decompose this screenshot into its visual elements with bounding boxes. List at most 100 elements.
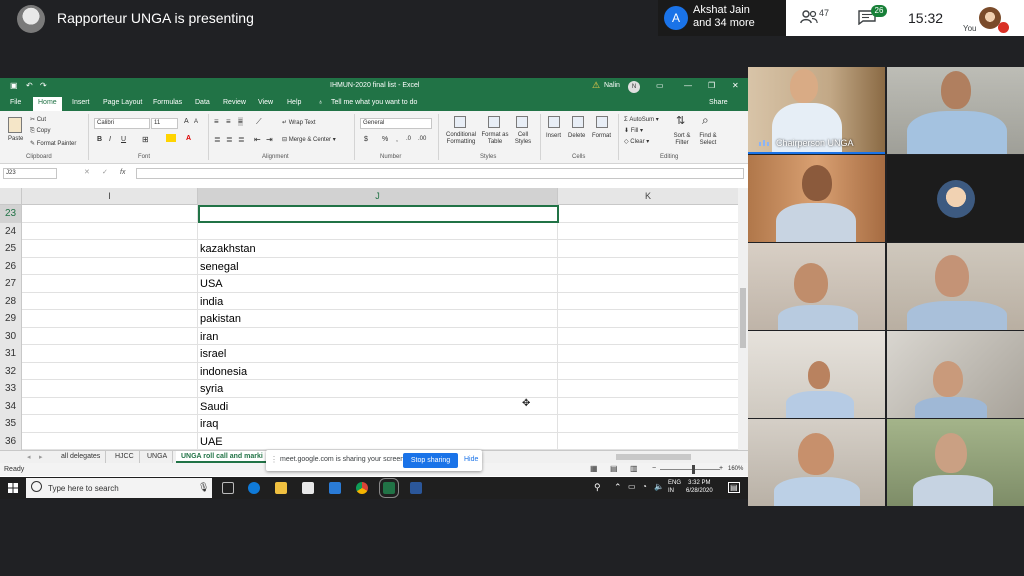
cell-j[interactable] <box>198 222 558 240</box>
zoom-slider-thumb[interactable] <box>692 465 695 474</box>
taskbar-search[interactable]: Type here to search 🎙 <box>26 478 212 498</box>
stop-sharing-button[interactable]: Stop sharing <box>403 453 458 468</box>
number-format-select[interactable]: General <box>360 118 432 129</box>
scroll-thumb[interactable] <box>740 288 746 348</box>
volume-icon[interactable]: 🔈 <box>654 482 664 491</box>
cell-i[interactable] <box>22 345 198 363</box>
participant-tile[interactable] <box>748 155 885 242</box>
decrease-decimal-icon[interactable]: .00 <box>418 136 426 142</box>
chrome-icon[interactable] <box>356 482 368 494</box>
page-break-view-icon[interactable]: ▥ <box>630 464 638 473</box>
format-cells-button[interactable]: Format <box>592 133 611 139</box>
cell-j[interactable]: indonesia <box>198 362 558 380</box>
people-icon[interactable] <box>800 10 818 24</box>
tell-me-search[interactable]: Tell me what you want to do <box>331 99 417 106</box>
row-header[interactable]: 28 <box>0 292 22 310</box>
row-header[interactable]: 35 <box>0 415 22 433</box>
cell-j[interactable]: iran <box>198 327 558 345</box>
cell-k[interactable] <box>558 415 738 433</box>
sheet-tab-unga[interactable]: UNGA <box>142 451 174 463</box>
cell-k[interactable] <box>558 275 738 293</box>
microphone-icon[interactable]: 🎙 <box>198 482 209 493</box>
zoom-level[interactable]: 160% <box>728 466 743 472</box>
font-color-icon[interactable]: A <box>186 135 191 142</box>
zoom-out-icon[interactable]: − <box>652 465 656 472</box>
normal-view-icon[interactable]: ▦ <box>590 464 598 473</box>
user-avatar[interactable]: N <box>628 81 640 93</box>
tray-expand-icon[interactable]: ⌃ <box>614 482 622 493</box>
format-painter-button[interactable]: ✎ Format Painter <box>30 140 76 147</box>
cell-k[interactable] <box>558 293 738 311</box>
merge-center-button[interactable]: ⊟ Merge & Center ▾ <box>282 136 336 143</box>
cell-i[interactable] <box>22 222 198 240</box>
edge-icon[interactable] <box>248 482 260 494</box>
indent-icon[interactable]: ⇤ <box>254 135 261 144</box>
paste-icon[interactable] <box>8 117 22 133</box>
zoom-slider[interactable] <box>660 469 720 470</box>
row-header[interactable]: 36 <box>0 432 22 450</box>
font-name-select[interactable]: Calibri <box>94 118 150 129</box>
cell-k[interactable] <box>558 328 738 346</box>
wrap-text-button[interactable]: ↵ Wrap Text <box>282 119 316 126</box>
cell-k[interactable] <box>558 205 738 223</box>
word-icon[interactable] <box>410 482 422 494</box>
network-icon[interactable]: ◔ <box>642 482 647 491</box>
currency-button[interactable]: $ <box>364 136 368 143</box>
participant-tile[interactable]: Chairperson UNGA <box>748 67 885 154</box>
cell-j[interactable]: pakistan <box>198 310 558 328</box>
bold-button[interactable]: B <box>97 136 102 143</box>
orientation-icon[interactable]: ⟋ <box>256 117 262 127</box>
mail-icon[interactable] <box>329 482 341 494</box>
underline-button[interactable]: U <box>121 136 126 143</box>
copy-button[interactable]: ⎘ Copy <box>30 128 50 135</box>
confirm-entry-icon[interactable]: ✓ <box>102 168 108 176</box>
hide-button[interactable]: Hide <box>464 456 478 463</box>
cell-j[interactable]: israel <box>198 345 558 363</box>
restore-icon[interactable]: ❐ <box>708 81 715 90</box>
share-button[interactable]: Share <box>709 99 728 106</box>
font-size-select[interactable]: 11 <box>151 118 178 129</box>
participant-chip[interactable]: A Akshat Jain and 34 more <box>658 0 786 36</box>
outdent-icon[interactable]: ⇥ <box>266 135 273 144</box>
row-header[interactable]: 34 <box>0 397 22 415</box>
cell-i[interactable] <box>22 415 198 433</box>
excel-icon[interactable] <box>379 478 399 498</box>
tab-home[interactable]: Home <box>33 97 62 111</box>
paste-button[interactable]: Paste <box>8 136 23 142</box>
cell-i[interactable] <box>22 292 198 310</box>
row-header[interactable]: 25 <box>0 240 22 258</box>
fill-color-icon[interactable] <box>166 134 176 142</box>
horizontal-scrollbar[interactable] <box>616 454 691 460</box>
row-header[interactable]: 27 <box>0 275 22 293</box>
participant-tile[interactable] <box>887 67 1024 154</box>
cut-button[interactable]: ✂ Cut <box>30 116 46 123</box>
drag-handle-icon[interactable]: ⋮ <box>270 455 278 464</box>
delete-cells-button[interactable]: Delete <box>568 133 585 139</box>
cell-i[interactable] <box>22 205 198 223</box>
sheet-tab-hjcc[interactable]: HJCC <box>110 451 140 463</box>
select-all-corner[interactable] <box>0 188 22 205</box>
conditional-formatting-button[interactable]: Conditional Formatting <box>442 132 480 146</box>
tab-help[interactable]: Help <box>287 99 301 106</box>
language-indicator[interactable]: ENG IN <box>668 479 681 495</box>
cell-j[interactable]: kazakhstan <box>198 240 558 258</box>
tab-insert[interactable]: Insert <box>72 99 90 106</box>
participant-tile[interactable] <box>887 419 1024 506</box>
sort-filter-button[interactable]: Sort & Filter <box>670 133 694 147</box>
row-header[interactable]: 24 <box>0 222 22 240</box>
tab-data[interactable]: Data <box>195 99 210 106</box>
windows-start-icon[interactable] <box>8 483 18 493</box>
formula-input[interactable] <box>136 168 744 179</box>
cancel-entry-icon[interactable]: ✕ <box>84 168 90 176</box>
page-layout-view-icon[interactable]: ▤ <box>610 464 618 473</box>
sheet-tab-unga-roll-call[interactable]: UNGA roll call and marki <box>176 451 268 463</box>
tab-view[interactable]: View <box>258 99 273 106</box>
row-header[interactable]: 31 <box>0 345 22 363</box>
autosum-button[interactable]: Σ AutoSum ▾ <box>624 116 659 123</box>
store-icon[interactable] <box>302 482 314 494</box>
minimize-icon[interactable]: — <box>684 81 692 90</box>
cell-j[interactable]: syria <box>198 380 558 398</box>
cell-i[interactable] <box>22 257 198 275</box>
tab-page-layout[interactable]: Page Layout <box>103 99 142 106</box>
row-header[interactable]: 33 <box>0 380 22 398</box>
